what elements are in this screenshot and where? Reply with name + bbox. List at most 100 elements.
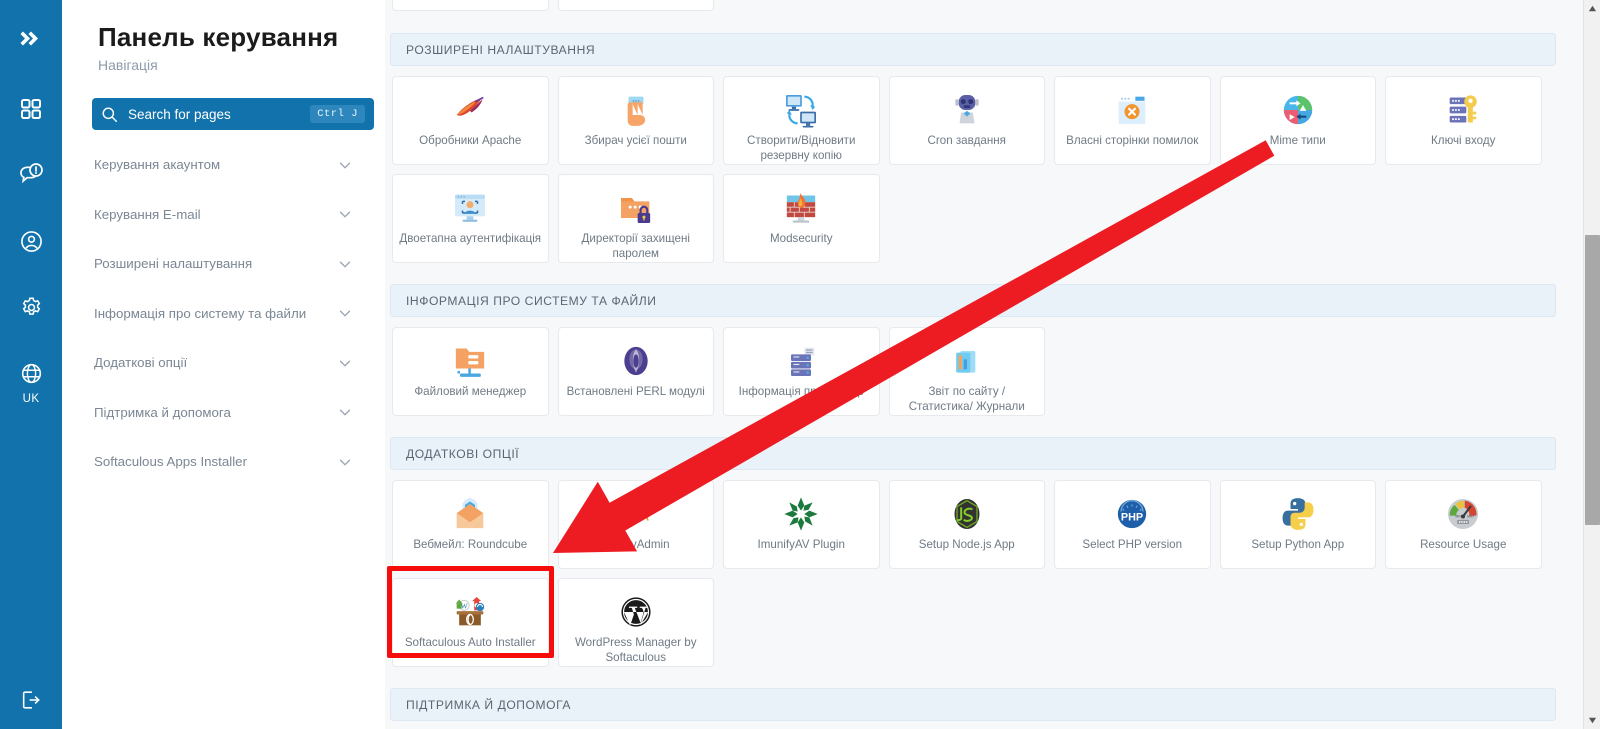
tile-label: Збирач усієї пошти <box>584 134 687 147</box>
tile-label: Setup Python App <box>1251 538 1345 551</box>
two-factor-auth-icon <box>450 186 490 230</box>
tile-resource-usage-gauge-icon[interactable]: MIN MAX Resource Usage <box>1385 480 1542 569</box>
softaculous-icon: W <box>450 590 490 634</box>
partial-tiles-row <box>392 0 1556 20</box>
chevron-down-icon[interactable] <box>337 454 353 470</box>
tile-partial[interactable] <box>557 0 714 11</box>
phpmyadmin-icon: php MyA <box>616 492 656 536</box>
tile-catch-all-hand-icon[interactable]: xxx Збирач усієї пошти <box>557 76 714 165</box>
cron-robot-icon <box>947 88 987 132</box>
tile-login-keys-icon[interactable]: Ключі входу <box>1385 76 1542 165</box>
tile-label: Mime типи <box>1269 134 1326 147</box>
sidebar-item-0[interactable]: Керування акаунтом <box>78 140 369 190</box>
tile-label: Softaculous Auto Installer <box>404 636 536 649</box>
page-title: Панель керування <box>98 22 339 52</box>
dashboard-page: UK Панель керування Навігація Search for… <box>0 0 1600 729</box>
tile-nodejs-icon[interactable]: Setup Node.js App <box>888 480 1045 569</box>
sidebar-item-3[interactable]: Інформація про систему та файли <box>78 289 369 339</box>
tile-label: Cron завдання <box>927 134 1006 147</box>
sidebar-item-label: Інформація про систему та файли <box>94 305 307 321</box>
tile-mime-types-icon[interactable]: Mime типи <box>1219 76 1376 165</box>
modsecurity-firewall-icon <box>781 186 821 230</box>
tile-softaculous-icon[interactable]: W Softaculous Auto Installer <box>392 578 549 667</box>
sidebar-item-5[interactable]: Підтримка й допомога <box>78 388 369 438</box>
wordpress-icon <box>616 590 656 634</box>
sidebar-item-1[interactable]: Керування E-mail <box>78 190 369 240</box>
sidebar-menu: Керування акаунтом Керування E-mail Розшир… <box>78 140 369 487</box>
sidebar-item-label: Підтримка й допомога <box>94 404 231 420</box>
tile-python-icon[interactable]: Setup Python App <box>1219 480 1376 569</box>
tile-label: phpMyAdmin <box>601 538 670 551</box>
tile-label: Обробники Apache <box>419 134 522 147</box>
account-icon[interactable] <box>9 219 53 263</box>
error-pages-icon <box>1112 88 1152 132</box>
main-content: РОЗШИРЕНІ НАЛАШТУВАННЯ Обробники Apache xx… <box>385 0 1600 729</box>
section-header-2: ДОДАТКОВІ ОПЦІЇ <box>390 437 1556 470</box>
tile-modsecurity-firewall-icon[interactable]: Modsecurity <box>723 174 880 263</box>
app-logo[interactable] <box>14 22 48 61</box>
notifications-icon[interactable] <box>9 153 53 197</box>
section-tiles-2: Вебмейл: Roundcube php MyA phpMyAdmin Imunif… <box>392 480 1556 676</box>
tile-label: Створити/Відновити резервну копію <box>747 134 856 162</box>
tile-apache-feather-icon[interactable]: Обробники Apache <box>392 76 549 165</box>
tile-wordpress-icon[interactable]: WordPress Manager by Softaculous <box>557 578 714 667</box>
tile-label: Директорії захищені паролем <box>581 232 690 260</box>
backup-restore-icon <box>781 88 821 132</box>
section-header-3: ПІДТРИМКА Й ДОПОМОГА <box>390 688 1556 721</box>
tile-label: Select PHP version <box>1082 538 1183 551</box>
logout-icon[interactable] <box>0 689 62 711</box>
site-report-icon <box>947 339 987 383</box>
chevron-down-icon[interactable] <box>337 157 353 173</box>
catch-all-hand-icon: xxx <box>616 88 656 132</box>
scroll-up-arrow[interactable] <box>1584 0 1600 17</box>
sidebar-item-2[interactable]: Розширені налаштування <box>78 239 369 289</box>
scrollbar-thumb[interactable] <box>1585 235 1600 525</box>
apps-grid-icon[interactable] <box>9 87 53 131</box>
tile-label: Вебмейл: Roundcube <box>413 538 528 551</box>
sidebar-item-label: Розширені налаштування <box>94 256 253 272</box>
mime-types-icon <box>1278 88 1318 132</box>
chevron-down-icon[interactable] <box>337 305 353 321</box>
sidebar-item-6[interactable]: Softaculous Apps Installer <box>78 437 369 487</box>
tile-label: Звіт по сайту / Статистика/ Журнали <box>908 385 1025 413</box>
tile-imunifyav-icon[interactable]: ImunifyAV Plugin <box>723 480 880 569</box>
language-label[interactable]: UK <box>23 393 40 405</box>
tile-phpmyadmin-icon[interactable]: php MyA phpMyAdmin <box>557 480 714 569</box>
chevron-down-icon[interactable] <box>337 355 353 371</box>
tile-site-report-icon[interactable]: Звіт по сайту / Статистика/ Журнали <box>888 327 1045 416</box>
tile-label: Resource Usage <box>1420 538 1507 551</box>
vertical-scrollbar[interactable] <box>1583 0 1600 729</box>
tile-label: Встановлені PERL модулі <box>566 385 705 398</box>
language-icon[interactable] <box>9 351 53 395</box>
sidebar-item-4[interactable]: Додаткові опції <box>78 338 369 388</box>
tile-label: Ключі входу <box>1431 134 1496 147</box>
tile-label: WordPress Manager by Softaculous <box>574 636 697 664</box>
scroll-down-arrow[interactable] <box>1584 712 1600 729</box>
tile-backup-restore-icon[interactable]: Створити/Відновити резервну копію <box>723 76 880 165</box>
search-input[interactable]: Search for pages Ctrl J <box>92 98 374 130</box>
section-tiles-0: Обробники Apache xxx Збирач усієї пошти Ств… <box>392 76 1556 272</box>
tile-password-protected-folder-icon[interactable]: Директорії захищені паролем <box>557 174 714 263</box>
tile-error-pages-icon[interactable]: Власні сторінки помилок <box>1054 76 1211 165</box>
tile-two-factor-auth-icon[interactable]: Двоетапна аутентифікація <box>392 174 549 263</box>
chevron-down-icon[interactable] <box>337 404 353 420</box>
svg-text:PHP: PHP <box>1121 512 1143 524</box>
svg-text:MyA: MyA <box>623 510 649 524</box>
sections-container: РОЗШИРЕНІ НАЛАШТУВАННЯ Обробники Apache xx… <box>385 0 1570 729</box>
tile-partial[interactable] <box>392 0 549 11</box>
tile-perl-icon[interactable]: Встановлені PERL модулі <box>557 327 714 416</box>
icon-rail: UK <box>0 0 62 729</box>
tile-file-manager-icon[interactable]: Файловий менеджер <box>392 327 549 416</box>
sidebar-item-label: Softaculous Apps Installer <box>94 454 248 470</box>
navigation-sidebar: Панель керування Навігація Search for pa… <box>62 0 385 729</box>
section-header-1: ІНФОРМАЦІЯ ПРО СИСТЕМУ ТА ФАЙЛИ <box>390 284 1556 317</box>
tile-server-info-icon[interactable]: Інформація про сервер <box>723 327 880 416</box>
tile-roundcube-webmail-icon[interactable]: Вебмейл: Roundcube <box>392 480 549 569</box>
chevron-down-icon[interactable] <box>337 256 353 272</box>
tile-php-icon[interactable]: PHP Select PHP version <box>1054 480 1211 569</box>
tile-cron-robot-icon[interactable]: Cron завдання <box>888 76 1045 165</box>
sidebar-item-label: Керування акаунтом <box>94 157 221 173</box>
settings-icon[interactable] <box>9 285 53 329</box>
chevron-down-icon[interactable] <box>337 206 353 222</box>
tile-label: Modsecurity <box>770 232 833 245</box>
